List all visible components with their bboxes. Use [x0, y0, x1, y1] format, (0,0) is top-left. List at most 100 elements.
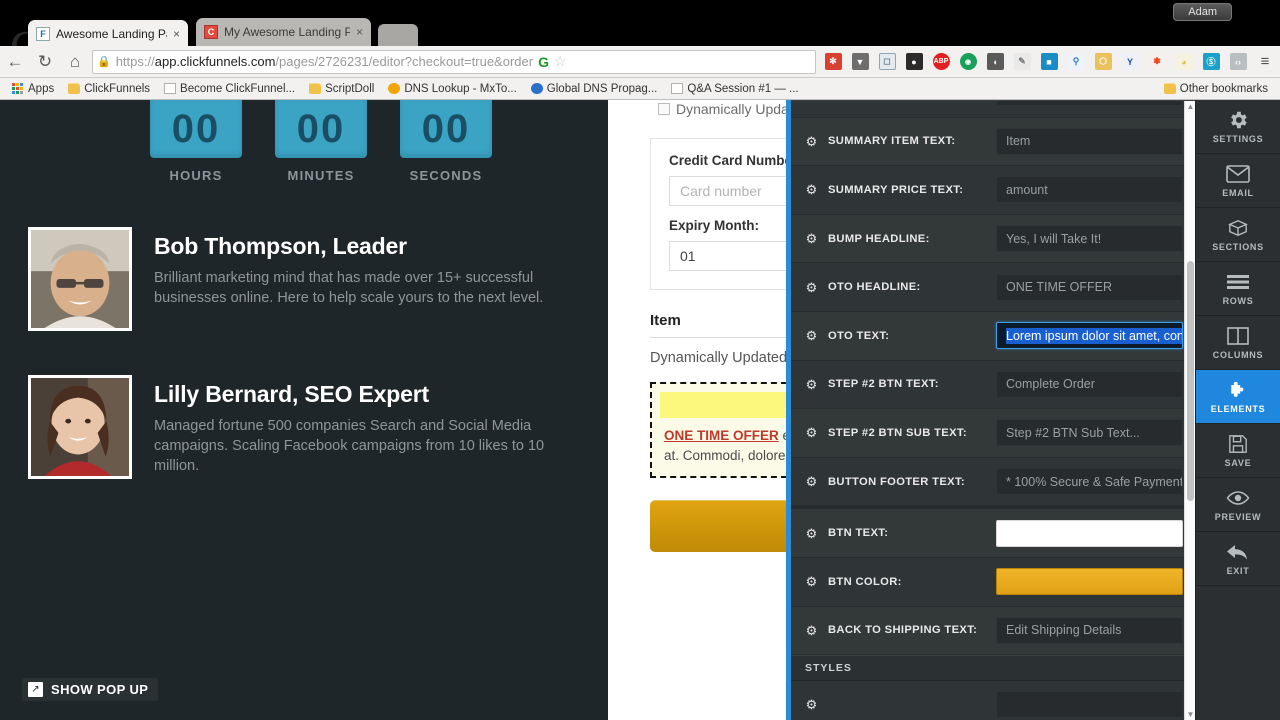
pocket-icon[interactable]: ◉ — [955, 49, 981, 75]
columns-icon — [1227, 325, 1249, 347]
rows-icon — [1226, 271, 1250, 293]
close-icon[interactable]: × — [173, 27, 180, 41]
back-icon[interactable]: ← — [0, 47, 30, 77]
facebook-pixel-icon[interactable]: ■ — [1036, 49, 1062, 75]
scroll-down-icon[interactable]: ▼ — [1185, 709, 1195, 720]
rail-label: ROWS — [1222, 296, 1254, 306]
btn-text-input[interactable] — [996, 519, 1183, 547]
extension-tray: ✻ ▼ ◻ ● ABP ◉ ◖ ✎ ■ ⚲ ⬡ Y ✽ ◕ Ⓢ ‹› ≡ — [820, 49, 1280, 75]
gear-icon[interactable]: ⚙ — [805, 475, 818, 488]
extra-input[interactable] — [996, 691, 1183, 719]
home-icon[interactable]: ⌂ — [60, 47, 90, 77]
evernote-icon[interactable]: ◖ — [982, 49, 1008, 75]
browser-tab-2[interactable]: C My Awesome Landing Pa × — [196, 18, 371, 46]
banana-icon[interactable]: ◕ — [1171, 49, 1197, 75]
show-popup-label: SHOW POP UP — [51, 682, 149, 697]
testimonial-body: Bob Thompson, Leader Brilliant marketing… — [154, 227, 564, 331]
settings-scrollbar[interactable]: ▲ ▼ — [1184, 101, 1195, 720]
bookmark-scriptdoll[interactable]: ScriptDoll — [303, 81, 380, 97]
google-badge-icon[interactable]: G — [538, 54, 549, 70]
bookmark-global-dns[interactable]: Global DNS Propag... — [525, 81, 664, 97]
bookmark-dns-lookup[interactable]: DNS Lookup - MxTo... — [382, 81, 522, 97]
user-badge[interactable]: Adam — [1173, 3, 1232, 21]
countdown-label: SECONDS — [409, 168, 483, 183]
search-icon[interactable]: ⚲ — [1063, 49, 1089, 75]
browser-menu-icon[interactable]: ≡ — [1252, 49, 1278, 75]
yandex-icon[interactable]: Y — [1117, 49, 1143, 75]
url-path: /pages/2726231/editor?checkout=true&orde… — [275, 54, 534, 69]
summary-price-text-input[interactable]: amount — [996, 176, 1183, 204]
gear-icon[interactable]: ⚙ — [805, 527, 818, 540]
grammarly-icon[interactable]: Ⓢ — [1198, 49, 1224, 75]
reload-icon[interactable]: ↻ — [30, 47, 60, 77]
testimonial-lilly-bernard[interactable]: Lilly Bernard, SEO Expert Managed fortun… — [28, 375, 564, 479]
shield-icon[interactable]: ▼ — [847, 49, 873, 75]
honey-icon[interactable]: ⬡ — [1090, 49, 1116, 75]
asterisk-icon[interactable]: ✽ — [1144, 49, 1170, 75]
bookmark-apps[interactable]: Apps — [6, 81, 60, 97]
address-bar[interactable]: 🔒 https://app.clickfunnels.com/pages/272… — [92, 49, 816, 74]
gear-icon[interactable]: ⚙ — [805, 281, 818, 294]
scrollbar-thumb[interactable] — [1187, 261, 1194, 501]
gear-icon[interactable]: ⚙ — [805, 698, 818, 711]
gear-icon[interactable]: ⚙ — [805, 378, 818, 391]
checkbox-icon[interactable] — [658, 103, 670, 115]
eyedropper-icon[interactable]: ✎ — [1009, 49, 1035, 75]
testimonial-bob-thompson[interactable]: Bob Thompson, Leader Brilliant marketing… — [28, 227, 564, 331]
freshmarketer-icon[interactable]: ✻ — [820, 49, 846, 75]
gear-icon[interactable]: ⚙ — [805, 183, 818, 196]
bookmark-star-icon[interactable]: ☆ — [554, 53, 567, 70]
styles-section-header[interactable]: STYLES — [791, 655, 1195, 682]
summary-item-text-input[interactable]: Item — [996, 127, 1183, 155]
rail-item-save[interactable]: SAVE — [1196, 424, 1280, 478]
oto-text-input[interactable]: Lorem ipsum dolor sit amet, conse — [996, 322, 1183, 350]
expiry-month-select[interactable]: 01 — [669, 241, 790, 271]
rail-item-sections[interactable]: SECTIONS — [1196, 208, 1280, 262]
show-popup-button[interactable]: ↗ SHOW POP UP — [22, 678, 159, 701]
form-cvc-text-input[interactable]: CVC — [996, 101, 1183, 107]
checkout-cta-button[interactable] — [650, 500, 790, 552]
btn-color-swatch[interactable] — [996, 568, 1183, 596]
button-footer-text-input[interactable]: * 100% Secure & Safe Payments * — [996, 468, 1183, 496]
rail-item-elements[interactable]: ELEMENTS — [1196, 370, 1280, 424]
browser-tab-1[interactable]: F Awesome Landing Pa × — [28, 20, 188, 48]
setting-row-oto-headline: ⚙ OTO HEADLINE: ONE TIME OFFER — [791, 263, 1195, 312]
bookmark-qa-session[interactable]: Q&A Session #1 — ... — [665, 81, 804, 97]
bookmark-become-clickfunnel[interactable]: Become ClickFunnel... — [158, 81, 301, 97]
setting-row-btn-color: ⚙ BTN COLOR: — [791, 558, 1195, 607]
scroll-up-icon[interactable]: ▲ — [1185, 101, 1195, 113]
gear-icon[interactable]: ⚙ — [805, 135, 818, 148]
eye-icon — [1226, 487, 1250, 509]
screenshot-icon[interactable]: ◻ — [874, 49, 900, 75]
setting-label: OTO TEXT: — [828, 329, 890, 342]
credit-card-number-input[interactable]: Card number — [669, 176, 790, 206]
new-tab-button[interactable] — [378, 24, 418, 46]
gear-icon[interactable]: ⚙ — [805, 232, 818, 245]
rail-item-email[interactable]: EMAIL — [1196, 154, 1280, 208]
step2-btn-sub-text-input[interactable]: Step #2 BTN Sub Text... — [996, 419, 1183, 447]
adblock-plus-icon[interactable]: ABP — [928, 49, 954, 75]
oto-headline-input[interactable]: ONE TIME OFFER — [996, 273, 1183, 301]
rail-item-exit[interactable]: EXIT — [1196, 532, 1280, 586]
browser-window: Google+ F Awesome Landing Pa × C My Awes… — [0, 0, 1280, 720]
code-icon[interactable]: ‹› — [1225, 49, 1251, 75]
url-scheme: https:// — [115, 54, 155, 69]
page-icon — [164, 83, 177, 94]
rail-item-settings[interactable]: SETTINGS — [1196, 100, 1280, 154]
gear-icon[interactable]: ⚙ — [805, 575, 818, 588]
bump-headline-input[interactable]: Yes, I will Take It! — [996, 225, 1183, 253]
rail-item-rows[interactable]: ROWS — [1196, 262, 1280, 316]
bookmark-clickfunnels[interactable]: ClickFunnels — [62, 81, 156, 97]
avatar — [28, 375, 132, 479]
other-bookmarks[interactable]: Other bookmarks — [1158, 81, 1274, 97]
order-bump-block[interactable]: ONE TIME OFFER elit. Aut, quod hic ex at… — [650, 382, 790, 478]
gear-icon[interactable]: ⚙ — [805, 329, 818, 342]
gear-icon[interactable]: ⚙ — [805, 624, 818, 637]
rail-item-columns[interactable]: COLUMNS — [1196, 316, 1280, 370]
rail-item-preview[interactable]: PREVIEW — [1196, 478, 1280, 532]
close-icon[interactable]: × — [356, 25, 363, 39]
back-to-shipping-text-input[interactable]: Edit Shipping Details — [996, 616, 1183, 644]
step2-btn-text-input[interactable]: Complete Order — [996, 370, 1183, 398]
gear-icon[interactable]: ⚙ — [805, 426, 818, 439]
owl-icon[interactable]: ● — [901, 49, 927, 75]
